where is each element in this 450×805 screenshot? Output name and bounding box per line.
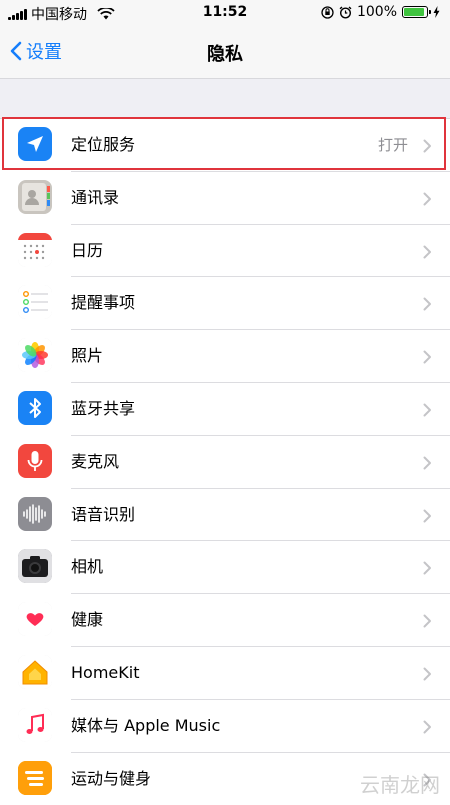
photos-icon [18,338,52,373]
orientation-lock-icon [321,5,334,19]
alarm-icon [339,5,352,19]
list-item-label: 媒体与 Apple Music [71,715,221,735]
calendar-icon [18,232,52,267]
heart-icon [18,602,52,637]
chevron-right-icon [423,666,432,681]
list-item-label: 提醒事项 [71,293,136,313]
list-item[interactable]: 麦克风 [0,436,450,489]
list-item-label: 健康 [71,610,104,630]
camera-icon [18,549,52,584]
list-item[interactable]: 健康 [0,594,450,647]
list-item-label: 日历 [71,240,104,260]
chevron-right-icon [423,349,432,364]
motion-icon [18,760,52,795]
chevron-right-icon [423,613,432,628]
page-title: 隐私 [207,44,243,65]
list-item-label: 蓝牙共享 [71,398,136,418]
list-item[interactable]: 相机 [0,541,450,595]
status-right: 100% [321,4,440,20]
list-item[interactable]: 通讯录 [0,172,450,225]
list-item[interactable]: HomeKit [0,647,450,700]
navigation-bar: 设置 隐私 [0,26,450,79]
bluetooth-icon [18,390,52,425]
chevron-right-icon [423,244,432,259]
list-item-label: 照片 [71,346,104,366]
list-item[interactable]: 蓝牙共享 [0,383,450,436]
list-item[interactable]: 媒体与 Apple Music [0,700,450,753]
music-note-icon [18,707,52,742]
battery-icon [402,6,431,18]
list-item[interactable]: 提醒事项 [0,277,450,331]
list-item[interactable]: 日历 [0,225,450,278]
list-item-label: HomeKit [71,662,140,682]
microphone-icon [18,443,52,478]
list-item-label: 运动与健身 [71,768,152,788]
watermark: 云南龙网 [360,773,440,797]
chevron-right-icon [423,508,432,523]
waveform-icon [18,496,52,531]
charging-bolt-icon [433,6,440,18]
list-item-label: 语音识别 [71,504,136,524]
list-item[interactable]: 语音识别 [0,489,450,542]
chevron-right-icon [423,138,432,153]
list-item-label: 定位服务 [71,135,136,154]
list-item-label: 相机 [71,557,104,577]
location-arrow-icon [18,127,52,161]
battery-percent: 100% [356,4,397,20]
chevron-right-icon [423,296,432,311]
contacts-icon [18,179,52,214]
chevron-right-icon [423,719,432,734]
list-item[interactable]: 定位服务 打开 [0,119,450,172]
home-icon [18,654,52,689]
list-item-label: 麦克风 [71,451,120,471]
status-bar: 中国移动 11:52 100% [0,0,450,26]
chevron-right-icon [423,191,432,206]
privacy-list: 定位服务 打开通讯录日历提醒事项照片蓝牙共享麦克风语音识别相机健康 HomeKit 媒… [0,118,450,805]
list-item[interactable]: 照片 [0,330,450,383]
chevron-right-icon [423,402,432,417]
reminders-icon [18,285,52,320]
battery-fill [404,8,424,16]
chevron-right-icon [423,560,432,575]
list-item-value: 打开 [377,136,408,154]
list-item-label: 通讯录 [71,187,120,207]
chevron-right-icon [423,455,432,470]
